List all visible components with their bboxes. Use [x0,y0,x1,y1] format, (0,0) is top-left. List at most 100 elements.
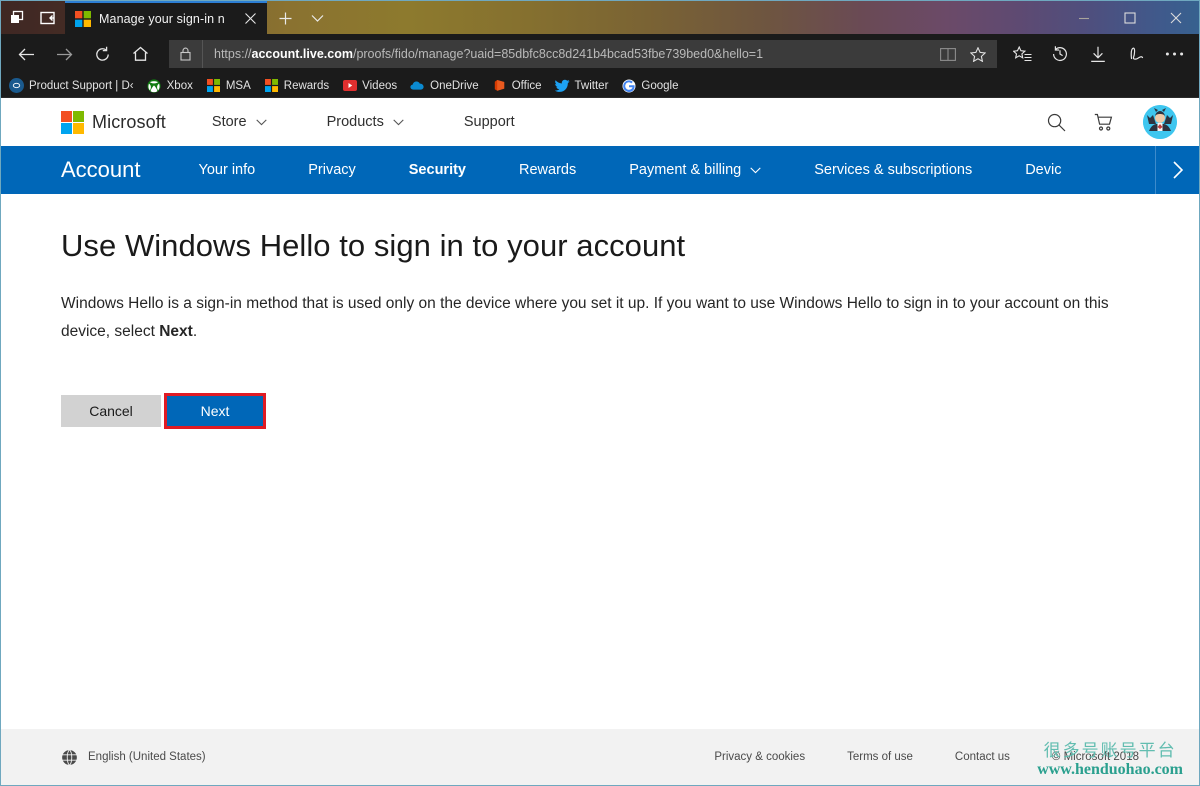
favorite-label: Product Support | D‹ [29,79,134,92]
office-icon [492,78,507,93]
language-selector[interactable]: English (United States) [61,748,206,766]
nav-tab-rewards[interactable]: Rewards [519,162,576,178]
description-part-1: Windows Hello is a sign-in method that i… [61,295,1109,340]
nav-tab-label: Devic [1025,162,1062,178]
microsoft-logo[interactable]: Microsoft [61,110,166,134]
chevron-right-icon[interactable] [1155,146,1199,194]
shopping-cart-icon[interactable] [1087,105,1121,139]
nav-item-label: Support [463,114,515,130]
cancel-button[interactable]: Cancel [61,395,161,427]
microsoft-icon [206,78,221,93]
url-path: /proofs/fido/manage?uaid=85dbfc8cc8d241b… [352,47,764,61]
description-bold-next: Next [159,323,193,340]
google-icon [621,78,636,93]
favorite-label: Rewards [283,79,330,92]
favorite-item[interactable]: Product Support | D‹ [9,78,134,93]
downloads-icon[interactable] [1079,38,1117,70]
microsoft-nav: Store Products Support [212,114,575,130]
microsoft-wordmark: Microsoft [92,111,166,132]
chevron-down-icon [393,114,404,130]
dell-icon [9,78,24,93]
lock-icon [169,40,203,68]
youtube-icon [342,78,357,93]
nav-item-label: Store [211,114,247,130]
favorite-item[interactable]: Google [621,78,679,93]
minimize-button[interactable] [1061,1,1107,34]
nav-tab-label: Privacy [308,162,356,178]
favorite-item[interactable]: OneDrive [410,78,479,93]
favorite-label: Videos [362,79,398,92]
footer-link-terms-of-use[interactable]: Terms of use [847,751,913,763]
close-tab-icon[interactable] [239,8,261,30]
browser-tab-active[interactable]: Manage your sign-in n [65,1,267,34]
next-button-highlight: Next [164,393,266,429]
browser-window: Manage your sign-in n https://account.li… [0,0,1200,786]
add-favorite-star-icon[interactable] [963,40,993,68]
account-brand[interactable]: Account [61,157,141,183]
settings-and-more-icon[interactable] [1155,38,1193,70]
account-nav-items: Your info Privacy Security Rewards Payme… [199,162,1062,178]
favorite-label: Google [641,79,679,92]
watermark-chinese-text: 很多号账号平台 [1043,741,1177,761]
nav-item-support[interactable]: Support [464,114,515,130]
toolbar-right-buttons [1003,38,1193,70]
tab-preview-icon[interactable] [6,7,28,29]
button-row: Cancel Next [61,393,1139,429]
chevron-down-icon [750,162,761,178]
favorite-item[interactable]: Rewards [264,78,329,93]
nav-tab-payment-billing[interactable]: Payment & billing [629,162,761,178]
nav-tab-services-subscriptions[interactable]: Services & subscriptions [814,162,972,178]
watermark: 很多号账号平台 www.henduohao.com [1037,741,1183,779]
url-prefix: https:// [214,47,252,61]
footer-link-contact-us[interactable]: Contact us [955,751,1010,763]
nav-tab-your-info[interactable]: Your info [199,162,256,178]
close-window-button[interactable] [1153,1,1199,34]
tab-title: Manage your sign-in n [99,11,225,26]
address-bar-url[interactable]: https://account.live.com/proofs/fido/man… [203,47,933,61]
favorite-item[interactable]: Videos [342,78,397,93]
nav-tab-devices[interactable]: Devic [1025,162,1061,178]
home-button[interactable] [121,38,159,70]
set-aside-tabs-icon[interactable] [38,7,60,29]
nav-tab-label: Security [408,162,466,178]
window-controls [1061,1,1199,34]
favorite-item[interactable]: MSA [206,78,251,93]
nav-tab-privacy[interactable]: Privacy [308,162,356,178]
address-bar[interactable]: https://account.live.com/proofs/fido/man… [169,40,997,68]
user-avatar[interactable] [1143,105,1177,139]
new-tab-button[interactable] [273,6,297,30]
microsoft-global-header: Microsoft Store Products Support [1,98,1199,146]
xbox-icon [147,78,162,93]
tab-menu-chevron-down-icon[interactable] [305,6,329,30]
search-icon[interactable] [1039,105,1073,139]
favorite-label: MSA [225,79,251,92]
watermark-url-text: www.henduohao.com [1037,760,1183,778]
nav-tab-security[interactable]: Security [409,162,466,178]
footer-link-privacy-cookies[interactable]: Privacy & cookies [714,751,805,763]
web-note-pen-icon[interactable] [1117,38,1155,70]
forward-button[interactable] [45,38,83,70]
favorite-label: Twitter [574,79,609,92]
content-spacer [1,579,1199,729]
microsoft-icon [264,78,279,93]
next-button[interactable]: Next [167,396,263,426]
nav-item-store[interactable]: Store [212,114,267,130]
favorite-item[interactable]: Office [492,78,542,93]
page-description: Windows Hello is a sign-in method that i… [61,290,1136,346]
favorite-item[interactable]: Twitter [554,78,609,93]
twitter-icon [554,78,570,93]
favorite-item[interactable]: Xbox [147,78,193,93]
nav-tab-label: Rewards [519,162,577,178]
refresh-button[interactable] [83,38,121,70]
back-button[interactable] [7,38,45,70]
reading-view-icon[interactable] [933,40,963,68]
title-bar: Manage your sign-in n [1,1,1199,34]
chevron-down-icon [255,114,267,130]
favorite-label: Office [511,79,542,92]
nav-item-products[interactable]: Products [327,114,404,130]
history-icon[interactable] [1041,38,1079,70]
main-content: Use Windows Hello to sign in to your acc… [1,194,1199,579]
globe-icon [61,748,78,766]
favorites-hub-icon[interactable] [1003,38,1041,70]
maximize-button[interactable] [1107,1,1153,34]
